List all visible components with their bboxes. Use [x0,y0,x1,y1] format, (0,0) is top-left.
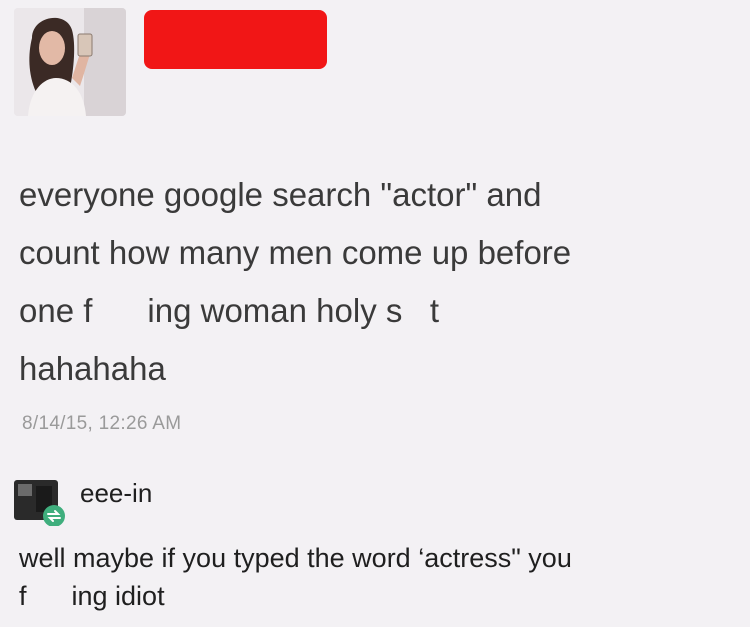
post-card: everyone google search "actor" and count… [0,0,750,627]
reblog-line-1: well maybe if you typed the word ‘actres… [19,543,572,573]
reblog-avatar[interactable] [14,476,66,526]
post-line-4: hahahaha [19,350,166,387]
post-line-2: count how many men come up before [19,234,572,271]
avatar-image [14,8,126,116]
reblog-body: well maybe if you typed the word ‘actres… [19,539,739,615]
reblog-username[interactable]: eee-in [80,478,152,509]
post-line-1: everyone google search "actor" and [19,176,542,213]
post-body: everyone google search "actor" and count… [19,166,739,398]
username-redaction [144,10,327,69]
reblog-line-2: f ing idiot [19,581,165,611]
reblog-icon [43,505,65,526]
profile-avatar[interactable] [14,8,126,116]
post-timestamp[interactable]: 8/14/15, 12:26 AM [22,413,181,435]
post-line-3: one f ing woman holy s t [19,292,440,329]
reblog-avatar-image [14,480,65,526]
